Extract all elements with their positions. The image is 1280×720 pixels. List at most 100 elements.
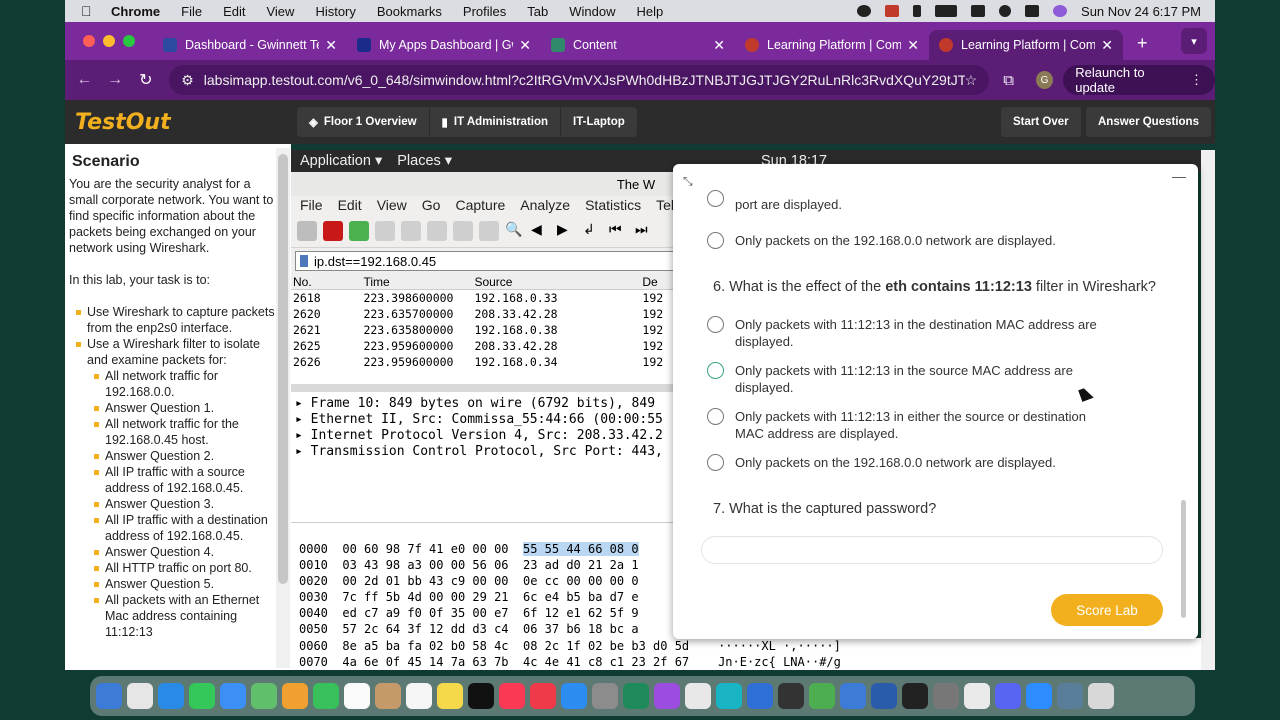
- rocket-icon[interactable]: [933, 683, 959, 709]
- packet-row[interactable]: 2625 223.959600000 208.33.42.28 192: [291, 338, 681, 354]
- forward-icon[interactable]: →: [100, 71, 131, 89]
- contacts-icon[interactable]: [375, 683, 401, 709]
- save-file-icon[interactable]: [427, 220, 447, 241]
- reload-icon[interactable]: ↻: [130, 70, 161, 90]
- packet-row[interactable]: 2621 223.635800000 192.168.0.38 192: [291, 322, 681, 338]
- collapse-icon[interactable]: ⤡: [683, 174, 693, 189]
- control-center-icon[interactable]: [1025, 5, 1040, 17]
- ws-menu-capture[interactable]: Capture: [455, 197, 505, 213]
- wifi-icon[interactable]: [971, 5, 986, 17]
- screen-recorder-icon[interactable]: [623, 683, 649, 709]
- close-file-icon[interactable]: [453, 220, 473, 241]
- battery-icon[interactable]: [935, 5, 958, 17]
- ws-menu-edit[interactable]: Edit: [338, 197, 362, 213]
- stop-capture-icon[interactable]: [323, 220, 343, 241]
- find-packet-icon[interactable]: 🔍: [505, 221, 525, 241]
- finder-icon[interactable]: [96, 683, 122, 709]
- menu-file[interactable]: File: [181, 4, 202, 19]
- reload-file-icon[interactable]: [479, 220, 499, 241]
- packet-row[interactable]: 2618 223.398600000 192.168.0.33 192: [291, 290, 681, 306]
- detail-ethernet[interactable]: ▸ Ethernet II, Src: Commissa_55:44:66 (0…: [295, 412, 681, 428]
- zoom-window-button[interactable]: [123, 35, 135, 47]
- ws-menu-statistics[interactable]: Statistics: [585, 197, 641, 213]
- menu-bookmarks[interactable]: Bookmarks: [377, 4, 442, 19]
- detail-frame[interactable]: ▸ Frame 10: 849 bytes on wire (6792 bits…: [295, 396, 681, 412]
- canva-icon[interactable]: [716, 683, 742, 709]
- go-to-packet-icon[interactable]: ↲: [583, 221, 603, 241]
- start-capture-icon[interactable]: [297, 220, 317, 241]
- news-icon[interactable]: [530, 683, 556, 709]
- menu-view[interactable]: View: [266, 4, 294, 19]
- app-status-icon[interactable]: [885, 5, 900, 17]
- globe-icon[interactable]: [747, 683, 773, 709]
- capture-options-icon[interactable]: [375, 220, 395, 241]
- search-icon[interactable]: [999, 5, 1012, 17]
- reminders-icon[interactable]: [406, 683, 432, 709]
- record-icon[interactable]: [857, 5, 872, 17]
- tab-close-icon[interactable]: ✕: [713, 37, 725, 54]
- applications-menu[interactable]: Application ▾: [300, 153, 382, 169]
- radio-button[interactable]: [707, 362, 724, 379]
- gamepad-icon[interactable]: [778, 683, 804, 709]
- scrollbar-thumb[interactable]: [278, 154, 288, 584]
- open-file-icon[interactable]: [401, 220, 421, 241]
- close-window-button[interactable]: [83, 35, 95, 47]
- messages-icon[interactable]: [189, 683, 215, 709]
- ws-menu-view[interactable]: View: [377, 197, 407, 213]
- tab-close-icon[interactable]: ✕: [325, 37, 337, 54]
- music-icon[interactable]: [499, 683, 525, 709]
- apple-icon[interactable]: : [81, 3, 97, 19]
- safari-icon[interactable]: [158, 683, 184, 709]
- packet-row[interactable]: 2620 223.635700000 208.33.42.28 192: [291, 306, 681, 322]
- tab-search-button[interactable]: ▾: [1181, 28, 1207, 54]
- menu-profiles[interactable]: Profiles: [463, 4, 506, 19]
- page-scrollbar[interactable]: [1201, 150, 1215, 670]
- radio-button[interactable]: [707, 316, 724, 333]
- menu-app-chrome[interactable]: Chrome: [111, 4, 160, 19]
- mail-icon[interactable]: [220, 683, 246, 709]
- scenario-scrollbar[interactable]: [276, 148, 290, 668]
- menu-window[interactable]: Window: [569, 4, 615, 19]
- pane-splitter[interactable]: [291, 384, 681, 392]
- menu-help[interactable]: Help: [637, 4, 664, 19]
- notes-icon[interactable]: [437, 683, 463, 709]
- column-time[interactable]: Time: [363, 275, 474, 289]
- tab-close-icon[interactable]: ✕: [907, 37, 919, 54]
- menu-history[interactable]: History: [315, 4, 355, 19]
- breadcrumb-it-laptop[interactable]: IT-Laptop: [561, 107, 637, 137]
- ws-menu-analyze[interactable]: Analyze: [520, 197, 570, 213]
- radio-button[interactable]: [707, 232, 724, 249]
- podcasts-icon[interactable]: [654, 683, 680, 709]
- facetime-icon[interactable]: [313, 683, 339, 709]
- first-packet-icon[interactable]: ⏮: [609, 221, 629, 241]
- bookmark-icon[interactable]: [300, 255, 308, 267]
- profile-avatar[interactable]: G: [1035, 71, 1054, 89]
- system-settings-icon[interactable]: [592, 683, 618, 709]
- extensions-icon[interactable]: ⧉: [1003, 72, 1014, 89]
- back-icon[interactable]: ←: [69, 71, 100, 89]
- password-answer-input[interactable]: [701, 536, 1163, 564]
- bluetooth-icon[interactable]: [913, 5, 922, 17]
- address-bar[interactable]: ⚙ labsimapp.testout.com/v6_0_648/simwind…: [169, 65, 990, 95]
- menu-tab[interactable]: Tab: [527, 4, 548, 19]
- q6-option-4[interactable]: Only packets on the 192.168.0.0 network …: [707, 454, 1115, 471]
- breadcrumb-floor-overview[interactable]: ◈ Floor 1 Overview: [297, 107, 430, 137]
- tab-dashboard[interactable]: Dashboard - Gwinnett Te ✕: [153, 30, 347, 60]
- discord-icon[interactable]: [995, 683, 1021, 709]
- tv-icon[interactable]: [468, 683, 494, 709]
- plane-icon[interactable]: [840, 683, 866, 709]
- q5-option-4[interactable]: Only packets on the 192.168.0.0 network …: [707, 232, 1115, 249]
- ws-menu-go[interactable]: Go: [422, 197, 441, 213]
- word-icon[interactable]: [871, 683, 897, 709]
- detail-tcp[interactable]: ▸ Transmission Control Protocol, Src Por…: [295, 444, 681, 460]
- start-over-button[interactable]: Start Over: [1001, 107, 1081, 137]
- relaunch-button[interactable]: Relaunch to update ⋮: [1063, 65, 1215, 95]
- detail-ipv4[interactable]: ▸ Internet Protocol Version 4, Src: 208.…: [295, 428, 681, 444]
- preview-icon[interactable]: [964, 683, 990, 709]
- photos-icon[interactable]: [282, 683, 308, 709]
- chrome-icon[interactable]: [685, 683, 711, 709]
- new-tab-button[interactable]: +: [1137, 33, 1148, 54]
- tab-content[interactable]: Content ✕: [541, 30, 735, 60]
- go-back-icon[interactable]: ◀: [531, 221, 551, 241]
- radio-button[interactable]: [707, 190, 724, 207]
